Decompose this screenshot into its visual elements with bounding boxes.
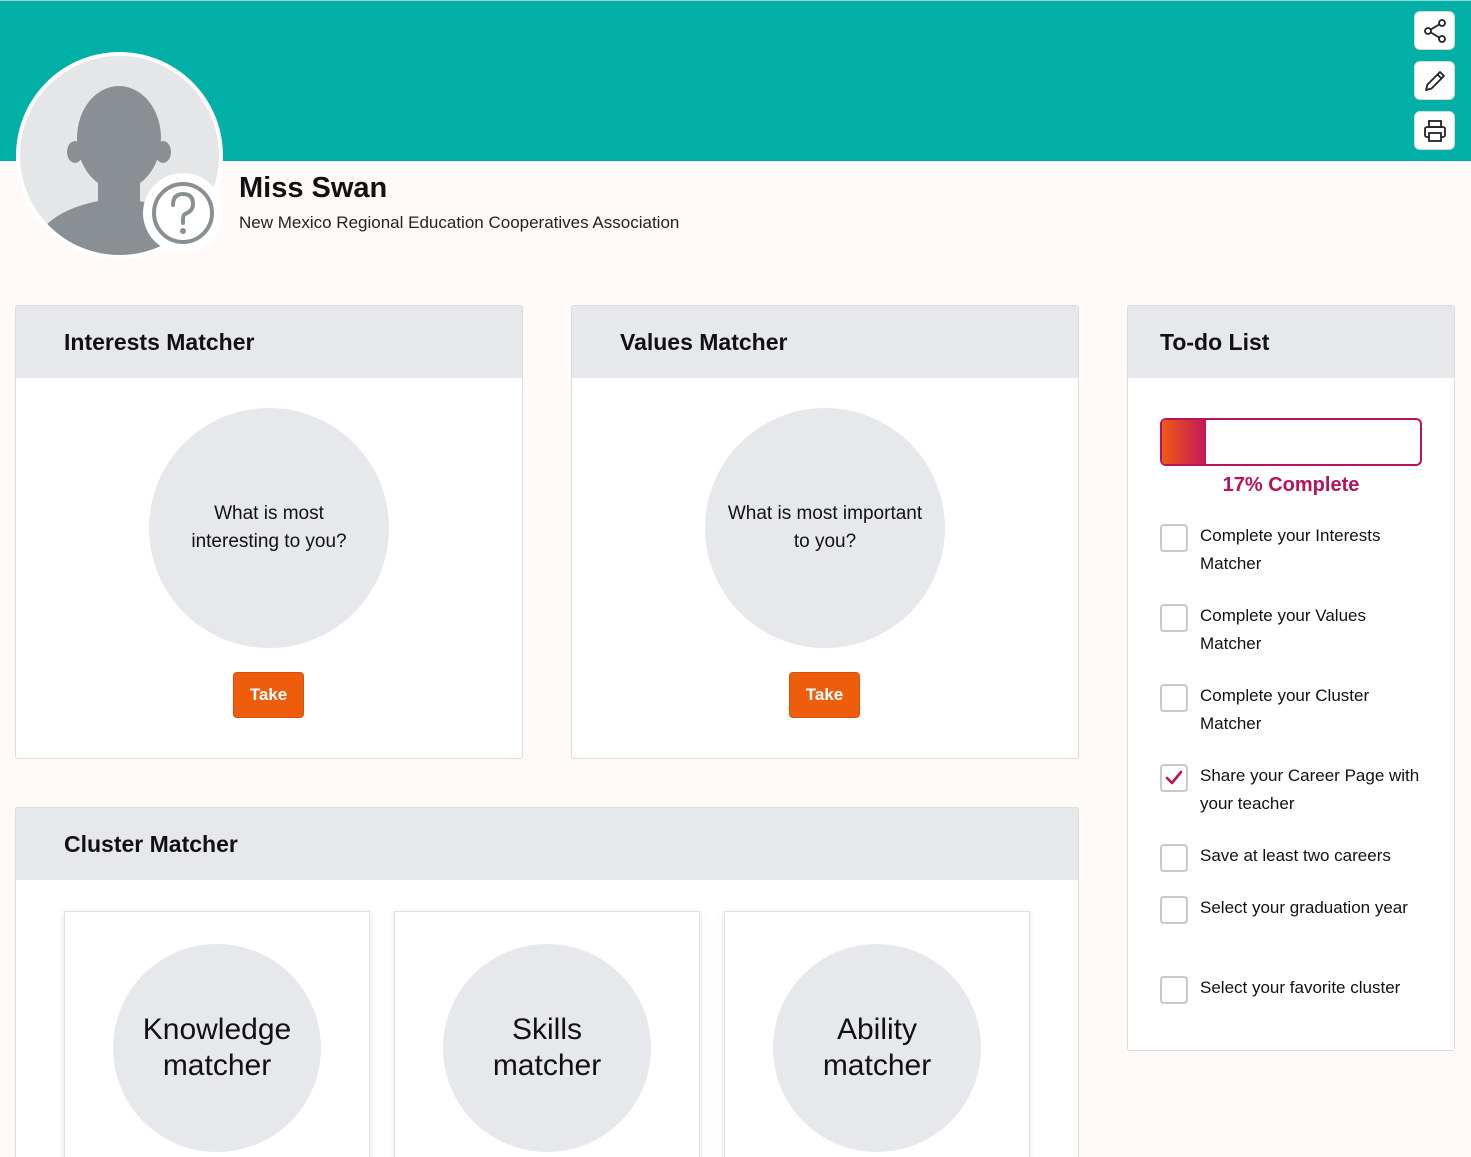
edit-button[interactable] <box>1414 61 1455 100</box>
share-button[interactable] <box>1414 11 1455 50</box>
checkmark-icon <box>1165 770 1183 785</box>
question-mark-icon <box>152 182 214 244</box>
ability-matcher-card[interactable]: Ability matcher <box>724 911 1030 1157</box>
checkbox[interactable] <box>1160 844 1188 872</box>
knowledge-matcher-circle[interactable]: Knowledge matcher <box>113 944 321 1152</box>
todo-item-save-careers[interactable]: Save at least two careers <box>1160 842 1430 872</box>
skills-matcher-label: Skills matcher <box>492 1013 602 1082</box>
ability-matcher-circle[interactable]: Ability matcher <box>773 944 981 1152</box>
values-prompt-circle: What is most important to you? <box>705 408 945 648</box>
checkbox[interactable] <box>1160 976 1188 1004</box>
skills-matcher-circle[interactable]: Skills matcher <box>443 944 651 1152</box>
card-title: Cluster Matcher <box>16 808 1078 880</box>
interests-prompt: What is most interesting to you? <box>191 503 347 552</box>
share-icon <box>1423 18 1446 43</box>
card-title: Values Matcher <box>572 306 1078 378</box>
todo-item-share[interactable]: Share your Career Page with your teacher <box>1160 762 1430 818</box>
todo-item-favorite-cluster[interactable]: Select your favorite cluster <box>1160 974 1430 1004</box>
checkbox[interactable] <box>1160 764 1188 792</box>
skills-matcher-card[interactable]: Skills matcher <box>394 911 700 1157</box>
printer-icon <box>1423 119 1446 142</box>
todo-progress-bar <box>1160 418 1422 466</box>
todo-progress-fill <box>1162 420 1206 464</box>
cluster-matcher-card: Cluster Matcher Knowledge matcher Skills… <box>15 807 1079 1157</box>
pencil-icon <box>1424 70 1445 91</box>
todo-item-label: Share your Career Page with your teacher <box>1200 766 1420 813</box>
todo-item-graduation[interactable]: Select your graduation year <box>1160 894 1430 924</box>
knowledge-matcher-label: Knowledge matcher <box>142 1013 292 1082</box>
todo-item-label: Complete your Values Matcher <box>1200 606 1366 653</box>
todo-item-label: Select your graduation year <box>1200 898 1408 917</box>
todo-item-cluster[interactable]: Complete your Cluster Matcher <box>1160 682 1430 738</box>
todo-item-label: Complete your Cluster Matcher <box>1200 686 1370 733</box>
values-matcher-card: Values Matcher What is most important to… <box>571 305 1079 759</box>
todo-item-label: Save at least two careers <box>1200 846 1391 865</box>
checkbox[interactable] <box>1160 604 1188 632</box>
todo-list-card: To-do List 17% Complete Complete your In… <box>1127 305 1455 1051</box>
checkbox[interactable] <box>1160 896 1188 924</box>
knowledge-matcher-card[interactable]: Knowledge matcher <box>64 911 370 1157</box>
card-title: To-do List <box>1128 306 1454 378</box>
todo-item-interests[interactable]: Complete your Interests Matcher <box>1160 522 1430 578</box>
profile-help-badge[interactable] <box>143 173 223 253</box>
interests-prompt-circle: What is most interesting to you? <box>149 408 389 648</box>
interests-matcher-card: Interests Matcher What is most interesti… <box>15 305 523 759</box>
profile-name: Miss Swan <box>239 172 388 204</box>
checkbox[interactable] <box>1160 524 1188 552</box>
ability-matcher-label: Ability matcher <box>822 1013 932 1082</box>
print-button[interactable] <box>1414 111 1455 150</box>
values-prompt: What is most important to you? <box>727 503 923 552</box>
todo-item-label: Complete your Interests Matcher <box>1200 526 1381 573</box>
values-take-button[interactable]: Take <box>789 672 860 718</box>
todo-item-label: Select your favorite cluster <box>1200 978 1401 997</box>
interests-take-button[interactable]: Take <box>233 672 304 718</box>
checkbox[interactable] <box>1160 684 1188 712</box>
todo-progress-label: 17% Complete <box>1222 474 1360 496</box>
card-title: Interests Matcher <box>16 306 522 378</box>
todo-item-values[interactable]: Complete your Values Matcher <box>1160 602 1430 658</box>
profile-organization: New Mexico Regional Education Cooperativ… <box>239 213 680 232</box>
